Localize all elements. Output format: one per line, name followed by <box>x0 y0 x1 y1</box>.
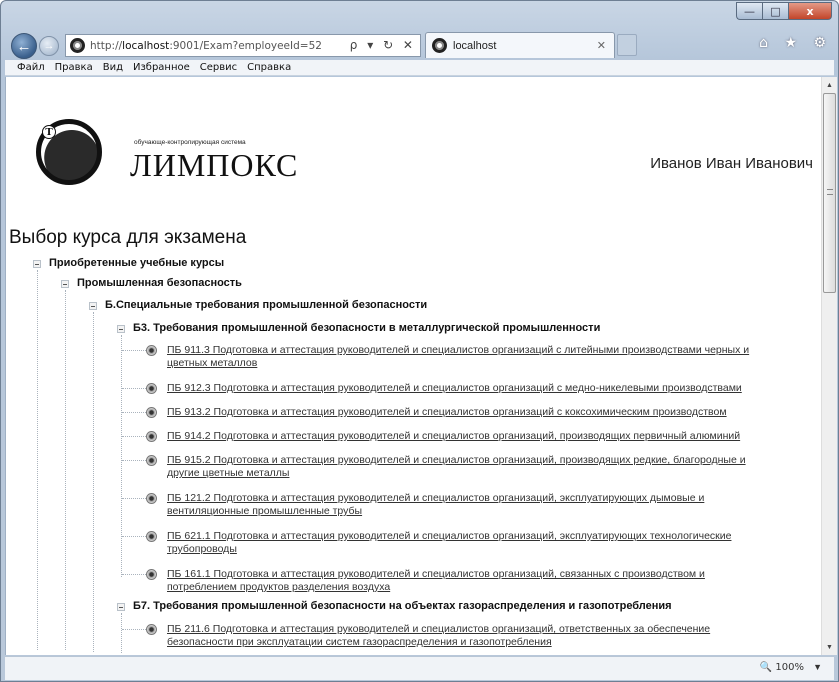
course-radio[interactable] <box>146 493 157 504</box>
scroll-up-icon[interactable]: ▲ <box>822 77 837 93</box>
course-radio[interactable] <box>146 531 157 542</box>
tree-line <box>122 350 146 351</box>
browser-window: — □ x ← → http://localhost:9001/Exam?emp… <box>0 0 839 682</box>
tree-line <box>122 536 146 537</box>
page-title: Выбор курса для экзамена <box>9 227 247 248</box>
course-radio[interactable] <box>146 569 157 580</box>
course-item: ПБ 161.1 Подготовка и аттестация руковод… <box>167 568 705 594</box>
tree-line <box>93 312 94 652</box>
tab-site-icon <box>432 38 447 53</box>
tab-localhost[interactable]: localhost ✕ <box>425 32 615 58</box>
tab-title: localhost <box>453 39 497 52</box>
course-link[interactable]: ПБ 913.2 Подготовка и аттестация руковод… <box>167 406 727 418</box>
url-text: http://localhost:9001/Exam?employeeId=52 <box>90 39 322 52</box>
tree-line <box>122 574 146 575</box>
course-link[interactable]: ПБ 914.2 Подготовка и аттестация руковод… <box>167 430 740 442</box>
page-content: Т обучающе-контролирующая система ЛИМПОК… <box>5 77 821 655</box>
navigation-bar: ← → http://localhost:9001/Exam?employeeI… <box>5 31 834 59</box>
close-window-button[interactable]: x <box>788 2 832 20</box>
course-link[interactable]: трубопроводы <box>167 543 237 555</box>
course-link[interactable]: потреблением продуктов разделения воздух… <box>167 581 390 593</box>
course-link[interactable]: ПБ 621.1 Подготовка и аттестация руковод… <box>167 530 731 542</box>
tree-line <box>37 270 38 650</box>
back-button[interactable]: ← <box>11 33 37 59</box>
course-item: ПБ 121.2 Подготовка и аттестация руковод… <box>167 492 704 518</box>
course-item: ПБ 913.2 Подготовка и аттестация руковод… <box>167 406 727 419</box>
site-icon <box>70 38 85 53</box>
tree-group-b3[interactable]: Б3. Требования промышленной безопасности… <box>133 322 600 334</box>
tree-line <box>121 613 122 653</box>
window-controls: — □ x <box>736 2 832 20</box>
menu-tools[interactable]: Сервис <box>200 62 237 73</box>
course-item: ПБ 621.1 Подготовка и аттестация руковод… <box>167 530 731 556</box>
address-tools-icons[interactable]: ρ ▾ ↻ ✕ <box>350 38 416 52</box>
zoom-dropdown-icon[interactable]: ▼ <box>813 662 822 672</box>
course-radio[interactable] <box>146 345 157 356</box>
tree-line <box>122 436 146 437</box>
course-radio[interactable] <box>146 383 157 394</box>
course-item: ПБ 211.6 Подготовка и аттестация руковод… <box>167 623 710 649</box>
menu-help[interactable]: Справка <box>247 62 291 73</box>
course-link[interactable]: цветных металлов <box>167 357 257 369</box>
zoom-level[interactable]: 🔍 100% <box>760 662 804 673</box>
collapse-icon[interactable] <box>117 325 125 333</box>
course-item: ПБ 912.3 Подготовка и аттестация руковод… <box>167 382 742 395</box>
tree-line <box>65 290 66 650</box>
tree-level2[interactable]: Б.Специальные требования промышленной бе… <box>105 299 427 311</box>
course-radio[interactable] <box>146 624 157 635</box>
collapse-icon[interactable] <box>117 603 125 611</box>
course-item: ПБ 915.2 Подготовка и аттестация руковод… <box>167 454 746 480</box>
scroll-thumb[interactable] <box>823 93 836 293</box>
menu-bar: Файл Правка Вид Избранное Сервис Справка <box>5 60 834 76</box>
user-name: Иванов Иван Иванович <box>650 155 813 172</box>
minimize-button[interactable]: — <box>736 2 762 20</box>
course-link[interactable]: ПБ 912.3 Подготовка и аттестация руковод… <box>167 382 742 394</box>
menu-view[interactable]: Вид <box>103 62 123 73</box>
course-radio[interactable] <box>146 455 157 466</box>
course-item: ПБ 914.2 Подготовка и аттестация руковод… <box>167 430 740 443</box>
menu-favorites[interactable]: Избранное <box>133 62 190 73</box>
menu-file[interactable]: Файл <box>17 62 45 73</box>
course-link[interactable]: ПБ 211.6 Подготовка и аттестация руковод… <box>167 623 710 635</box>
course-link[interactable]: ПБ 121.2 Подготовка и аттестация руковод… <box>167 492 704 504</box>
logo-name: ЛИМПОКС <box>130 147 299 183</box>
tree-line <box>122 388 146 389</box>
maximize-button[interactable]: □ <box>762 2 788 20</box>
course-item: ПБ 911.3 Подготовка и аттестация руковод… <box>167 344 749 370</box>
vertical-scrollbar[interactable]: ▲ ▼ <box>821 77 837 655</box>
logo-letter: Т <box>42 125 56 139</box>
tree-line <box>122 460 146 461</box>
grip-icon <box>827 189 833 195</box>
tree-line <box>121 335 122 577</box>
forward-button[interactable]: → <box>39 36 59 56</box>
tree-root[interactable]: Приобретенные учебные курсы <box>49 257 224 269</box>
course-link[interactable]: другие цветные металлы <box>167 467 289 479</box>
address-bar[interactable]: http://localhost:9001/Exam?employeeId=52… <box>65 34 421 57</box>
tree-group-b7[interactable]: Б7. Требования промышленной безопасности… <box>133 600 672 612</box>
tree-line <box>122 629 146 630</box>
course-link[interactable]: ПБ 911.3 Подготовка и аттестация руковод… <box>167 344 749 356</box>
logo-tagline: обучающе-контролирующая система <box>134 139 246 146</box>
course-link[interactable]: ПБ 161.1 Подготовка и аттестация руковод… <box>167 568 705 580</box>
limpoks-logo: Т обучающе-контролирующая система ЛИМПОК… <box>36 119 336 189</box>
collapse-icon[interactable] <box>33 260 41 268</box>
status-bar: 🔍 100% ▼ <box>5 656 834 680</box>
tab-close-icon[interactable]: ✕ <box>597 39 606 52</box>
collapse-icon[interactable] <box>89 302 97 310</box>
course-link[interactable]: ПБ 915.2 Подготовка и аттестация руковод… <box>167 454 746 466</box>
course-radio[interactable] <box>146 407 157 418</box>
course-link[interactable]: безопасности при эксплуатации систем газ… <box>167 636 552 648</box>
tree-line <box>122 498 146 499</box>
scroll-down-icon[interactable]: ▼ <box>822 639 837 655</box>
menu-edit[interactable]: Правка <box>55 62 93 73</box>
course-link[interactable]: вентиляционные промышленные трубы <box>167 505 362 517</box>
tree-line <box>122 412 146 413</box>
course-radio[interactable] <box>146 431 157 442</box>
tree-level1[interactable]: Промышленная безопасность <box>77 277 242 289</box>
new-tab-button[interactable] <box>617 34 637 56</box>
collapse-icon[interactable] <box>61 280 69 288</box>
home-favorites-tools-icons[interactable]: ⌂ ★ ⚙ <box>759 35 832 51</box>
